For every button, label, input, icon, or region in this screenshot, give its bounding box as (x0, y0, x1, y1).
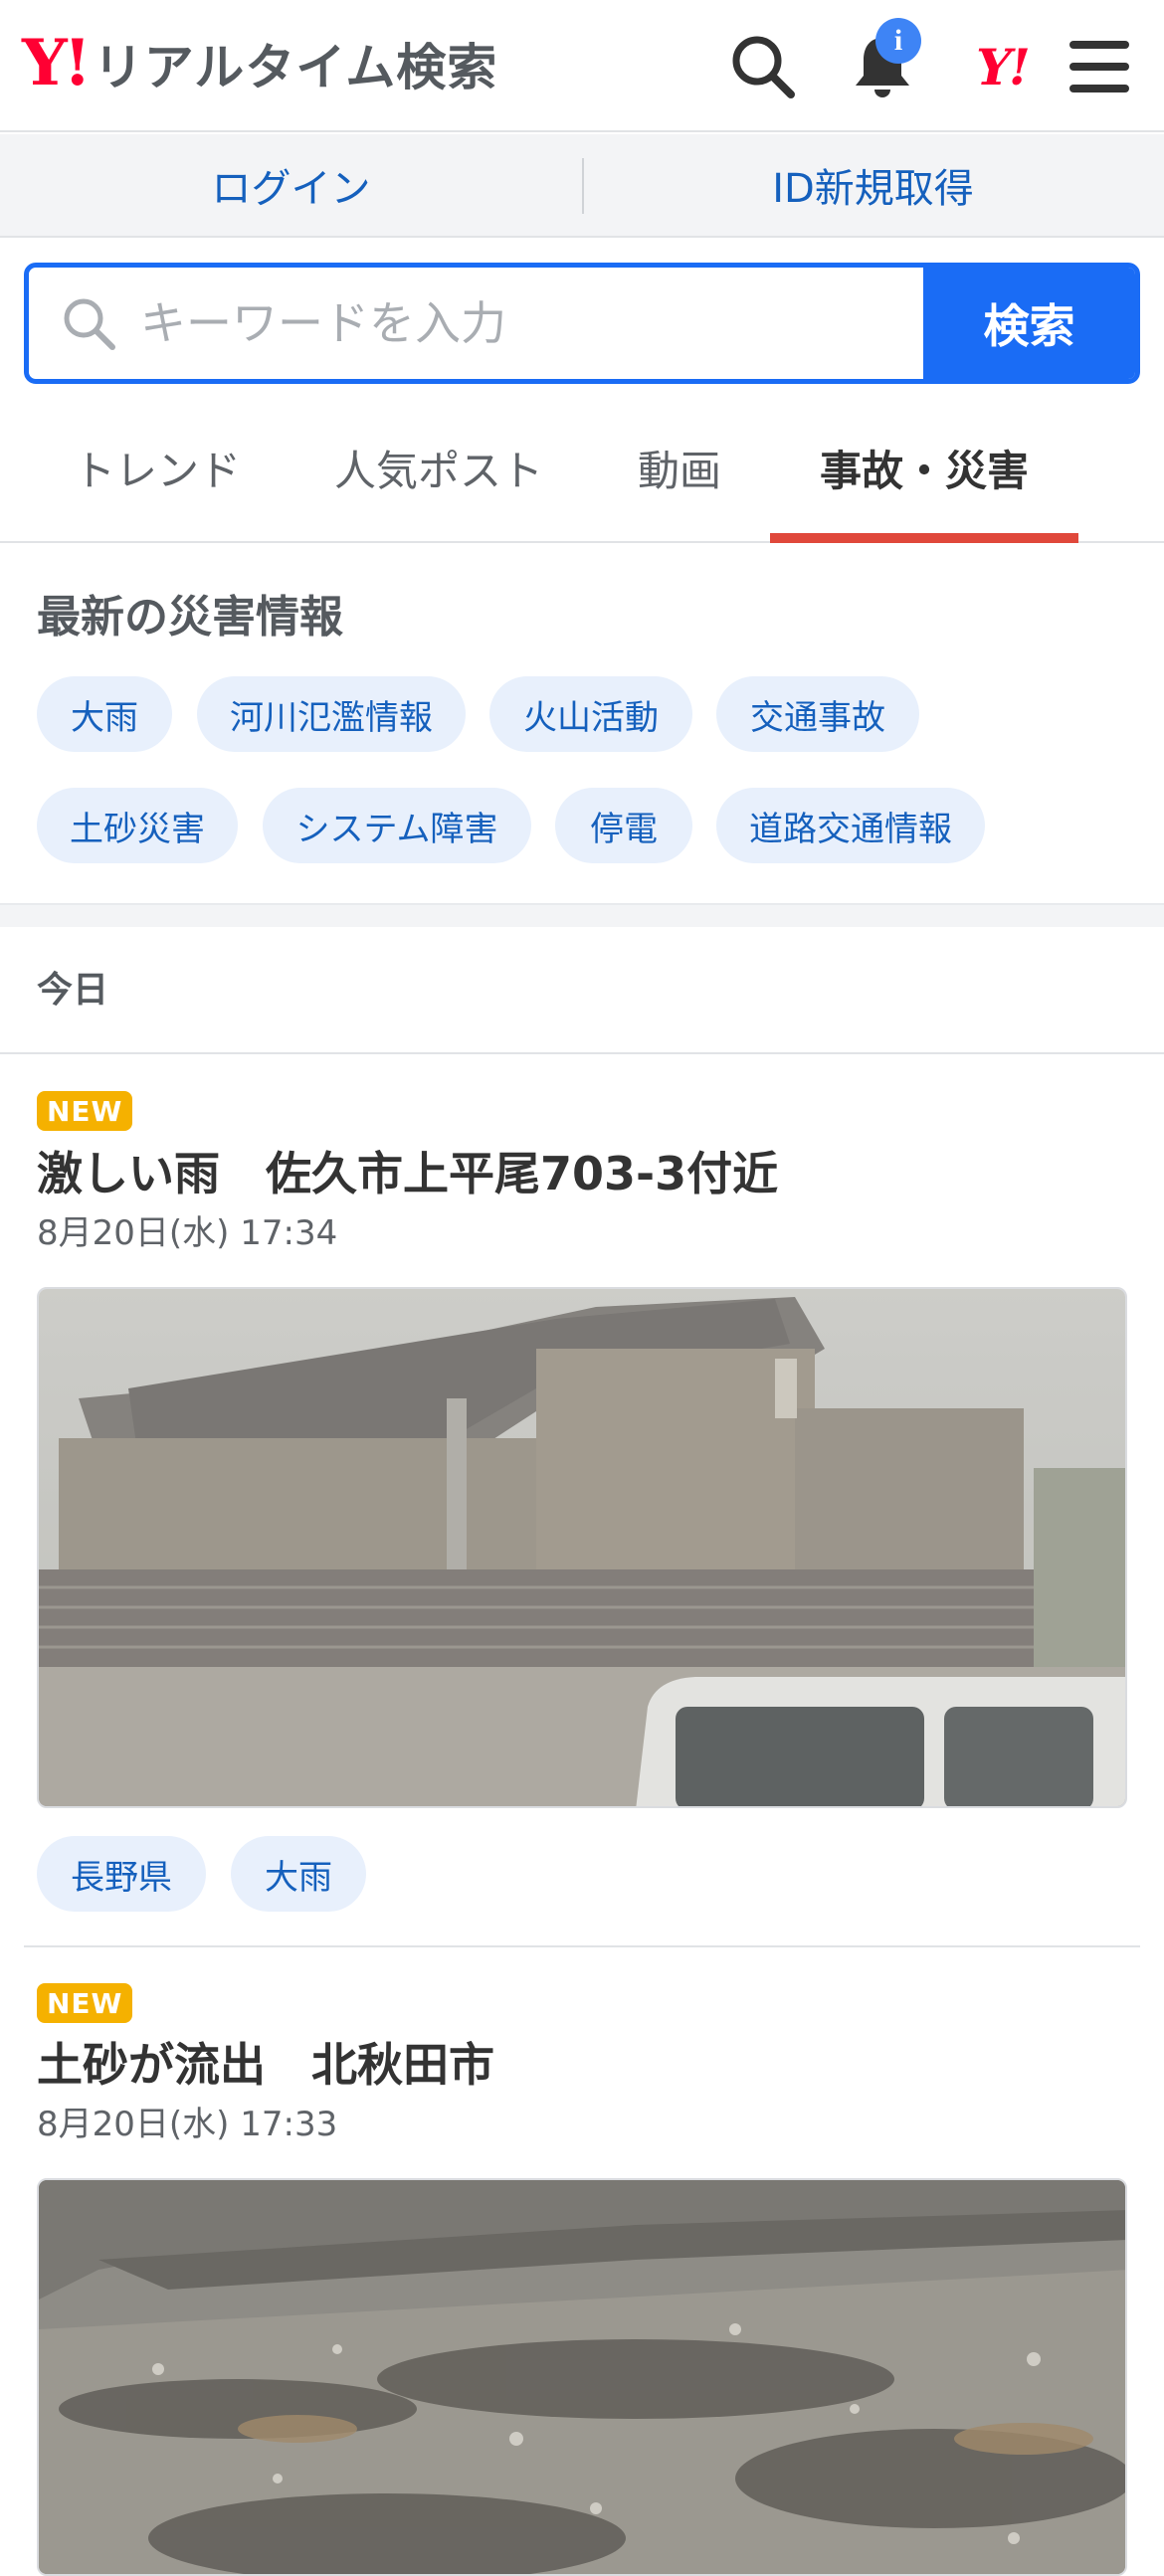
chip-system-failure[interactable]: システム障害 (263, 788, 531, 863)
login-bar: ログイン ID新規取得 (0, 134, 1164, 238)
tab-video[interactable]: 動画 (638, 438, 721, 498)
chip-landslide[interactable]: 土砂災害 (37, 788, 238, 863)
notification-badge: i (875, 18, 921, 64)
notification-bell-icon[interactable]: i (838, 18, 927, 111)
chip-traffic-accident[interactable]: 交通事故 (716, 676, 919, 752)
disaster-info-section: 最新の災害情報 大雨 河川氾濫情報 火山活動 交通事故 土砂災害 システム障害 … (0, 545, 1164, 903)
divider (582, 158, 584, 214)
search-button[interactable]: 検索 (923, 268, 1135, 379)
yahoo-japan-mark: Y! (976, 37, 1031, 96)
search-bar: 検索 (24, 263, 1140, 384)
tab-accident-disaster[interactable]: 事故・災害 (820, 438, 1029, 498)
chip-power-outage[interactable]: 停電 (555, 788, 692, 863)
tab-popular-posts[interactable]: 人気ポスト (334, 438, 543, 498)
article-title[interactable]: 土砂が流出 北秋田市 (37, 2029, 494, 2095)
active-tab-indicator (770, 533, 1078, 543)
tag-nagano[interactable]: 長野県 (37, 1836, 206, 1912)
chip-heavy-rain[interactable]: 大雨 (37, 676, 172, 752)
yahoo-japan-icon[interactable]: Y! (957, 22, 1047, 111)
article-image[interactable] (37, 1287, 1127, 1808)
yahoo-logo-mark: Y! (22, 26, 92, 100)
chip-volcano[interactable]: 火山活動 (489, 676, 692, 752)
header: Y! リアルタイム検索 i Y! (0, 0, 1164, 132)
chip-river-flood[interactable]: 河川氾濫情報 (197, 676, 466, 752)
menu-icon[interactable] (1055, 22, 1144, 111)
date-group-label: 今日 (37, 970, 109, 1011)
new-badge: NEW (37, 1091, 133, 1131)
article-title[interactable]: 激しい雨 佐久市上平尾703-3付近 (37, 1138, 778, 1203)
yahoo-realtime-logo[interactable]: Y! リアルタイム検索 (22, 28, 497, 99)
search-field (29, 268, 923, 379)
article-card[interactable]: NEW 土砂が流出 北秋田市 8月20日(水) 17:33 (0, 1947, 1164, 2576)
logo-text: リアルタイム検索 (93, 39, 498, 96)
search-icon (59, 293, 118, 357)
search-icon[interactable] (718, 22, 808, 111)
new-badge: NEW (37, 1983, 133, 2023)
search-input[interactable] (29, 268, 923, 379)
chip-road-traffic[interactable]: 道路交通情報 (716, 788, 985, 863)
tag-heavy-rain[interactable]: 大雨 (231, 1836, 366, 1912)
section-divider (0, 903, 1164, 927)
tab-trend[interactable]: トレンド (74, 438, 241, 498)
category-tabs: トレンド 人気ポスト 動画 事故・災害 (0, 410, 1164, 543)
article-timestamp: 8月20日(水) 17:34 (37, 1213, 338, 1253)
article-timestamp: 8月20日(水) 17:33 (37, 2105, 338, 2144)
article-card[interactable]: NEW 激しい雨 佐久市上平尾703-3付近 8月20日(水) 17:34 長野… (0, 1054, 1164, 1947)
register-id-link[interactable]: ID新規取得 (582, 134, 1164, 236)
login-link[interactable]: ログイン (0, 134, 582, 236)
section-title: 最新の災害情報 (37, 592, 343, 643)
article-image[interactable] (37, 2178, 1127, 2576)
